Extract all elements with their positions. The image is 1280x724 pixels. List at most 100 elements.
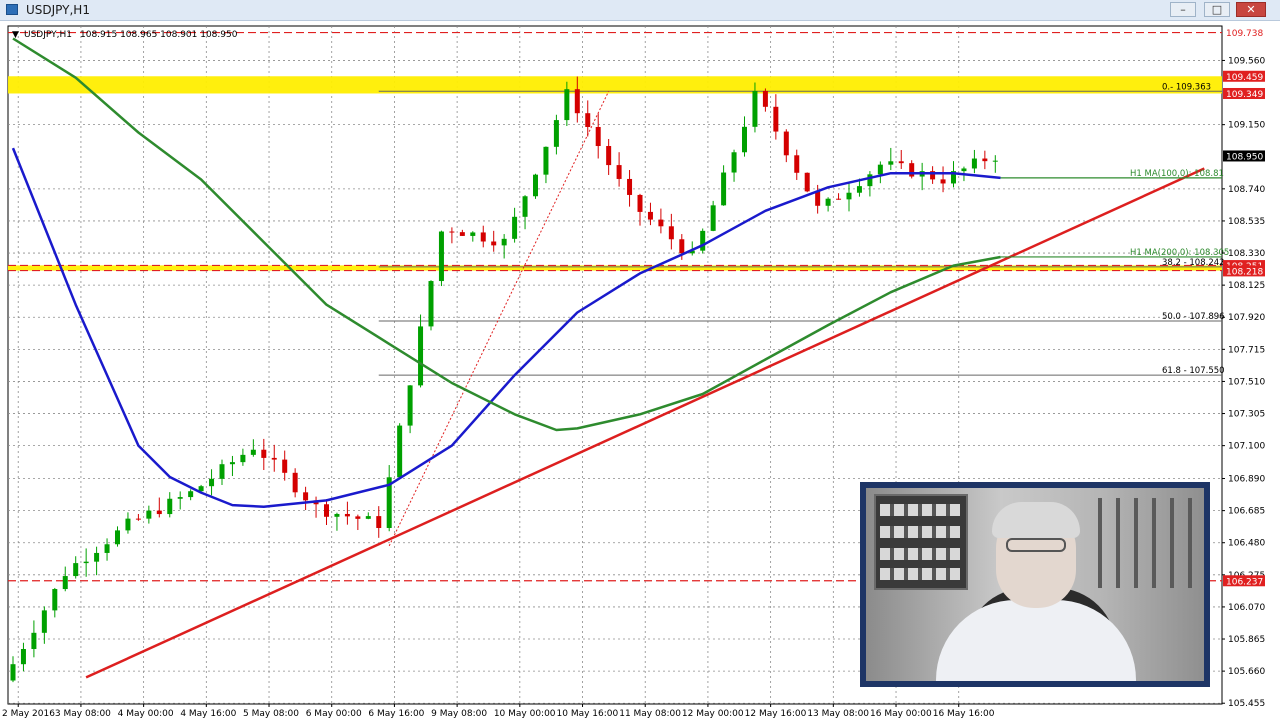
time-tick-label: 6 May 16:00 (368, 709, 424, 719)
candle-body (135, 518, 141, 520)
candle-body (574, 89, 580, 114)
price-box-label: 109.349 (1226, 90, 1263, 100)
candle-body (344, 513, 350, 517)
fibonacci-level-label: 50.0 - 107.896 (1162, 312, 1225, 322)
candle-body (679, 239, 685, 254)
candle-body (585, 113, 591, 127)
price-tick-label: 106.480 (1228, 539, 1265, 549)
candle-body (794, 155, 800, 173)
price-tick-label: 107.715 (1228, 345, 1265, 355)
candle-body (355, 516, 361, 519)
candle-body (668, 226, 674, 240)
candle-body (856, 186, 862, 193)
candle-body (762, 90, 768, 107)
close-button[interactable]: ✕ (1236, 2, 1266, 17)
candle-body (773, 106, 779, 132)
candle-body (104, 544, 110, 553)
candle-body (658, 219, 664, 227)
candle-body (627, 178, 633, 195)
candle-body (271, 457, 277, 460)
candle-body (73, 563, 79, 577)
candle-body (407, 385, 413, 426)
bookshelf (874, 494, 968, 590)
candle-body (219, 464, 225, 479)
indicator-label: H1 MA(100,0): 108.81 (1130, 169, 1224, 179)
price-tick-label: 109.560 (1228, 56, 1265, 66)
indicator-label: H1 MA(200,0): 108.305 (1130, 248, 1229, 258)
price-box-label: 108.218 (1226, 267, 1263, 277)
candle-body (324, 504, 329, 517)
candle-body (438, 231, 444, 282)
chart-menu-arrow-icon[interactable]: ▼ (12, 30, 19, 40)
price-tick-label: 107.100 (1228, 442, 1265, 452)
time-tick-label: 13 May 08:00 (807, 709, 869, 719)
candle-body (982, 158, 988, 162)
candle-body (752, 90, 758, 127)
candle-body (846, 192, 852, 200)
candle-body (543, 146, 549, 175)
time-tick-label: 3 May 08:00 (55, 709, 111, 719)
maximize-icon: □ (1211, 3, 1223, 16)
shelf-row (880, 568, 960, 580)
presenter-glasses (1006, 538, 1066, 552)
candle-body (940, 179, 946, 184)
minimize-button[interactable]: – (1170, 2, 1196, 17)
candle-body (909, 163, 915, 177)
candle-body (616, 165, 622, 179)
candle-body (898, 161, 904, 164)
time-tick-label: 16 May 00:00 (870, 709, 932, 719)
candle-body (553, 120, 559, 147)
candle-body (783, 131, 789, 156)
candle-body (595, 126, 601, 147)
candle-body (637, 194, 643, 212)
price-tick-label: 108.125 (1228, 281, 1265, 291)
price-tick-label: 107.305 (1228, 410, 1265, 420)
price-tick-label: 107.920 (1228, 313, 1265, 323)
candle-body (877, 164, 883, 175)
candle-body (501, 238, 507, 246)
price-box-label: 108.950 (1226, 152, 1263, 162)
price-tick-label: 109.150 (1228, 121, 1265, 131)
chart-window-icon (6, 4, 18, 15)
candle-body (94, 552, 100, 562)
candle-body (700, 230, 706, 251)
candle-body (167, 498, 173, 515)
price-tick-label: 106.890 (1228, 475, 1265, 485)
price-box-label: 109.738 (1226, 29, 1263, 39)
candle-body (376, 516, 382, 528)
candle-body (742, 126, 747, 153)
candle-body (52, 589, 58, 611)
candle-body (459, 232, 465, 236)
candle-body (41, 610, 47, 633)
candle-body (115, 530, 120, 545)
candle-body (533, 174, 538, 197)
title-bar: USDJPY,H1 – □ ✕ (0, 0, 1280, 21)
shelf-row (880, 548, 960, 560)
candle-body (470, 232, 476, 236)
candle-body (250, 449, 256, 455)
candle-body (292, 472, 298, 493)
candle-body (83, 561, 89, 564)
shelf-row (880, 526, 960, 538)
maximize-button[interactable]: □ (1204, 2, 1230, 17)
candle-body (961, 168, 967, 172)
time-tick-label: 10 May 16:00 (557, 709, 619, 719)
candle-body (365, 516, 371, 519)
time-tick-label: 2 May 2016 (2, 709, 55, 719)
time-tick-label: 6 May 00:00 (306, 709, 362, 719)
time-tick-label: 12 May 00:00 (682, 709, 744, 719)
price-box-label: 106.237 (1226, 577, 1263, 587)
candle-body (710, 205, 716, 231)
candle-body (177, 497, 183, 499)
price-tick-label: 108.535 (1228, 217, 1265, 227)
candle-body (971, 158, 977, 169)
candle-body (606, 146, 612, 166)
presenter-video (866, 488, 1204, 681)
time-tick-label: 12 May 16:00 (745, 709, 807, 719)
price-tick-label: 105.660 (1228, 667, 1265, 677)
chart-symbol-label: USDJPY,H1 (24, 30, 72, 40)
candle-body (815, 191, 821, 206)
time-tick-label: 5 May 08:00 (243, 709, 299, 719)
candle-body (156, 510, 162, 515)
candle-body (303, 492, 309, 501)
